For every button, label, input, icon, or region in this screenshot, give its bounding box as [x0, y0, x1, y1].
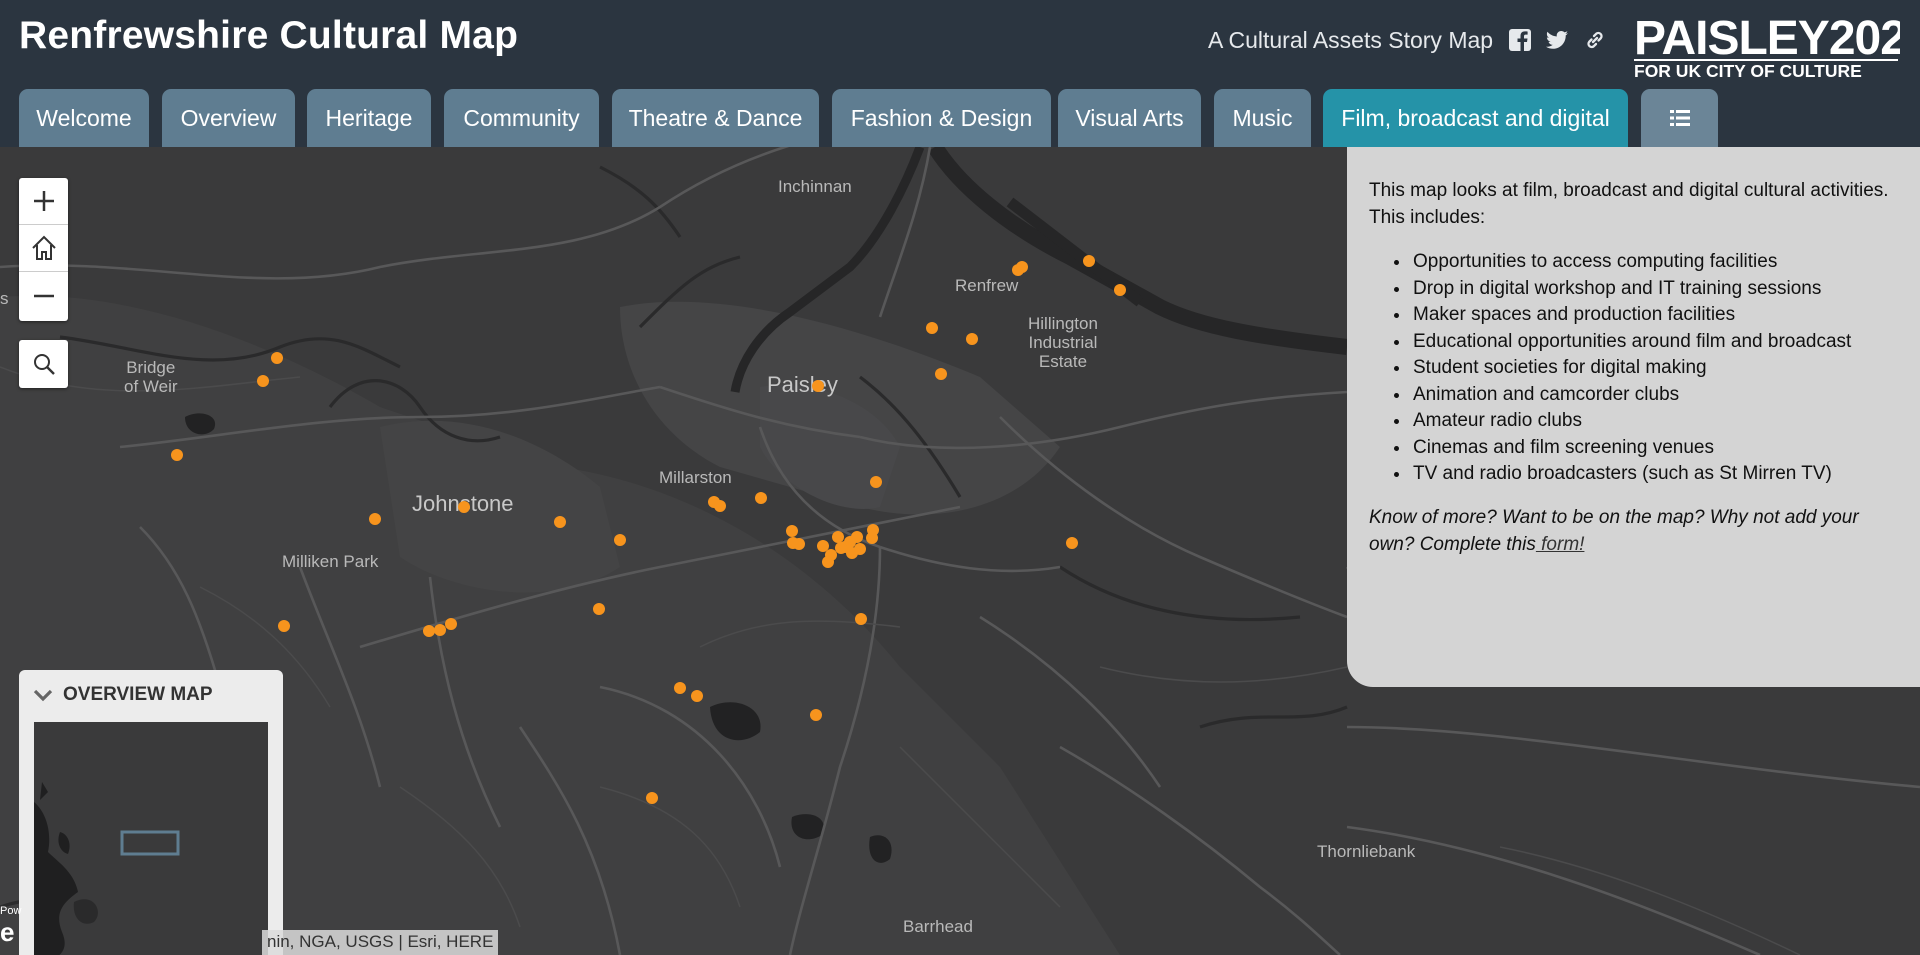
link-icon[interactable] [1582, 27, 1608, 53]
list-item: Educational opportunities around film an… [1411, 329, 1900, 356]
tab-fashion-design[interactable]: Fashion & Design [832, 89, 1051, 147]
list-item: Student societies for digital making [1411, 355, 1900, 382]
overview-map-label: OVERVIEW MAP [63, 684, 213, 705]
venue-marker[interactable] [646, 792, 658, 804]
tab-music[interactable]: Music [1214, 89, 1311, 147]
tab-heritage[interactable]: Heritage [307, 89, 431, 147]
venue-marker[interactable] [822, 556, 834, 568]
tab-overview[interactable]: Overview [162, 89, 295, 147]
panel-cta-text: Know of more? Want to be on the map? Why… [1369, 506, 1859, 555]
tab-visual-arts[interactable]: Visual Arts [1058, 89, 1201, 147]
venue-marker[interactable] [854, 543, 866, 555]
home-button[interactable] [19, 225, 68, 272]
venue-marker[interactable] [1083, 255, 1095, 267]
venue-marker[interactable] [171, 449, 183, 461]
venue-marker[interactable] [935, 368, 947, 380]
search-button[interactable] [19, 340, 68, 388]
home-icon [31, 235, 56, 260]
venue-marker[interactable] [832, 531, 844, 543]
logo-main-text: PAISLEY2021 [1634, 12, 1900, 65]
venue-marker[interactable] [714, 500, 726, 512]
venue-marker[interactable] [593, 603, 605, 615]
venue-marker[interactable] [1114, 284, 1126, 296]
venue-marker[interactable] [812, 380, 824, 392]
minus-icon [33, 294, 54, 297]
search-icon [33, 354, 55, 375]
list-item: Opportunities to access computing facili… [1411, 249, 1900, 276]
plus-icon [33, 191, 54, 211]
list-item: TV and radio broadcasters (such as St Mi… [1411, 461, 1900, 488]
venue-marker[interactable] [867, 524, 879, 536]
overview-map-canvas[interactable] [34, 722, 268, 955]
list-item: Amateur radio clubs [1411, 408, 1900, 435]
zoom-controls [19, 178, 68, 321]
venue-marker[interactable] [434, 624, 446, 636]
venue-marker[interactable] [369, 513, 381, 525]
esri-logo: Pow e [0, 905, 22, 947]
panel-activity-list: Opportunities to access computing facili… [1411, 249, 1900, 488]
tab-community[interactable]: Community [444, 89, 599, 147]
list-item: Drop in digital workshop and IT training… [1411, 276, 1900, 303]
story-tabs: Welcome Overview Heritage Community Thea… [0, 89, 1920, 147]
venue-marker[interactable] [870, 476, 882, 488]
venue-marker[interactable] [1066, 537, 1078, 549]
zoom-out-button[interactable] [19, 272, 68, 319]
venue-marker[interactable] [614, 534, 626, 546]
tab-welcome[interactable]: Welcome [19, 89, 149, 147]
logo-tagline: FOR UK CITY OF CULTURE [1634, 61, 1862, 81]
venue-marker[interactable] [257, 375, 269, 387]
venue-marker[interactable] [423, 625, 435, 637]
venue-marker[interactable] [445, 618, 457, 630]
venue-marker[interactable] [926, 322, 938, 334]
app-subtitle: A Cultural Assets Story Map [1208, 27, 1494, 53]
venue-marker[interactable] [674, 682, 686, 694]
venue-marker[interactable] [817, 540, 829, 552]
overview-map-toggle[interactable]: OVERVIEW MAP [33, 684, 213, 706]
overview-map-image [34, 722, 268, 955]
overview-map-widget: OVERVIEW MAP [19, 670, 283, 955]
map-attribution: nin, NGA, USGS | Esri, HERE [262, 930, 499, 955]
venue-marker[interactable] [810, 709, 822, 721]
twitter-icon[interactable] [1544, 27, 1570, 53]
venue-marker[interactable] [554, 516, 566, 528]
list-item: Cinemas and film screening venues [1411, 435, 1900, 462]
zoom-in-button[interactable] [19, 178, 68, 225]
list-item: Maker spaces and production facilities [1411, 302, 1900, 329]
venue-marker[interactable] [851, 531, 863, 543]
story-description-panel: This map looks at film, broadcast and di… [1347, 147, 1920, 687]
venue-marker[interactable] [278, 620, 290, 632]
chevron-down-icon [33, 689, 53, 702]
venue-marker[interactable] [1016, 261, 1028, 273]
tab-film-broadcast-digital[interactable]: Film, broadcast and digital [1323, 89, 1628, 147]
venue-marker[interactable] [787, 537, 799, 549]
list-item: Animation and camcorder clubs [1411, 382, 1900, 409]
venue-marker[interactable] [835, 542, 847, 554]
venue-marker[interactable] [691, 690, 703, 702]
panel-intro: This map looks at film, broadcast and di… [1369, 180, 1889, 228]
app-root: Renfrewshire Cultural Map A Cultural Ass… [0, 0, 1920, 955]
venue-marker[interactable] [458, 501, 470, 513]
tab-theatre-dance[interactable]: Theatre & Dance [612, 89, 819, 147]
panel-call-to-action: Know of more? Want to be on the map? Why… [1369, 504, 1900, 558]
facebook-icon[interactable] [1507, 27, 1533, 53]
list-icon [1669, 110, 1690, 126]
venue-marker[interactable] [271, 352, 283, 364]
tab-list-view[interactable] [1641, 89, 1718, 147]
venue-marker[interactable] [755, 492, 767, 504]
paisley-2021-logo: PAISLEY2021 FOR UK CITY OF CULTURE [1632, 0, 1920, 82]
venue-marker[interactable] [786, 525, 798, 537]
submission-form-link[interactable]: form! [1536, 534, 1584, 555]
venue-marker[interactable] [966, 333, 978, 345]
venue-marker[interactable] [855, 613, 867, 625]
app-title: Renfrewshire Cultural Map [19, 14, 519, 57]
